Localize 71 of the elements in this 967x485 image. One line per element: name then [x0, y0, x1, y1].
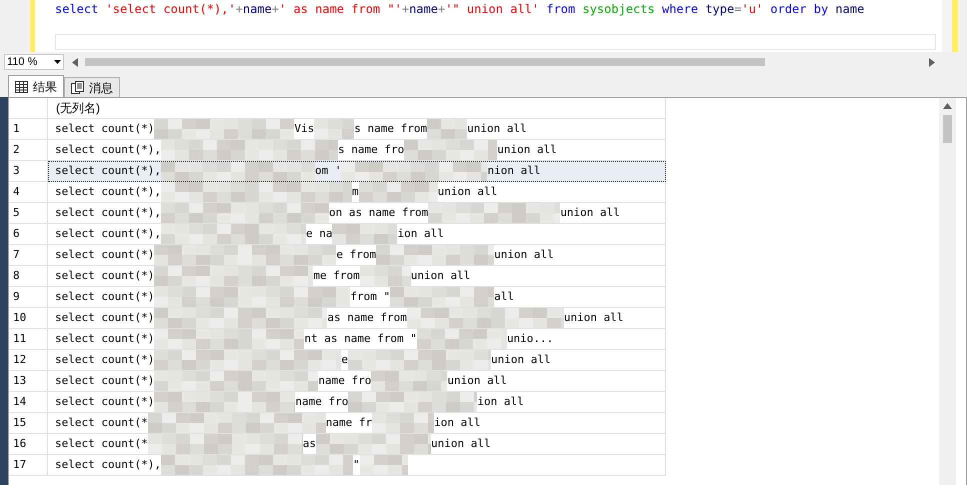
- cell-text: ion all: [434, 414, 480, 431]
- caret-icon: [54, 60, 61, 64]
- cell-text: select count(*),: [55, 226, 161, 242]
- cell-text: Vis: [294, 120, 314, 137]
- cell-text: s name from: [354, 120, 428, 137]
- document-icon: [71, 81, 84, 94]
- cell-text: select count(*): [55, 310, 154, 326]
- cell-text: select count(*): [55, 268, 154, 284]
- change-bar: [30, 0, 35, 52]
- cell-text: select count(*: [55, 414, 148, 431]
- cell-text: select count(*),: [55, 142, 161, 158]
- cell-text: union all: [410, 268, 470, 284]
- cell-text: select count(*): [55, 120, 154, 137]
- cell-text: as name from: [327, 310, 407, 326]
- cell-text: nt as name from ": [304, 330, 417, 347]
- cell-text: nion all: [487, 163, 540, 180]
- cell-text: on as name from: [328, 204, 428, 221]
- cell-text: s name fro: [338, 142, 404, 158]
- editor-scrollbar[interactable]: [942, 0, 952, 52]
- cell-text: select count(*): [55, 330, 154, 347]
- cell-text: ion all: [397, 226, 444, 242]
- cell-text: e from: [336, 246, 376, 263]
- cell-text: union all: [564, 310, 624, 326]
- cell-text: select count(*): [55, 246, 154, 263]
- cell-text: select count(*: [55, 436, 148, 452]
- scroll-up-icon[interactable]: [943, 103, 952, 109]
- column-header[interactable]: (无列名): [48, 98, 666, 118]
- cell-text: select count(*): [55, 352, 154, 368]
- cell-text: union all: [494, 246, 554, 263]
- tab[interactable]: 消息: [64, 77, 120, 97]
- cell-text: union all: [497, 142, 557, 158]
- vertical-scrollbar[interactable]: [939, 98, 956, 485]
- change-bar: [952, 0, 958, 52]
- cell-text: union all: [438, 184, 498, 200]
- horizontal-scrollbar[interactable]: [70, 55, 937, 69]
- editor-margin: [0, 0, 30, 52]
- cell-text: union all: [447, 372, 507, 389]
- code-line: select 'select count(*),'+name+' as name from "'+name+'" union all' from sysobjects where type='u' order by name: [55, 1, 866, 18]
- cell-text: e: [341, 352, 348, 368]
- cell-text: me from: [313, 268, 360, 284]
- cell-text: ion all: [477, 394, 524, 410]
- scrollbar-thumb[interactable]: [85, 58, 765, 66]
- cell-text: as: [302, 436, 316, 452]
- cell-text: ": [352, 456, 360, 473]
- cell-text: e na: [306, 226, 332, 242]
- cell-text: select count(*): [55, 372, 154, 389]
- cell-text: union all: [490, 352, 551, 368]
- cell-text: select count(*),: [55, 204, 161, 221]
- cell-text: select count(*),: [55, 163, 161, 180]
- cell-text: union all: [430, 436, 491, 452]
- cell-text: union all: [467, 120, 527, 137]
- cell-text: name fro: [318, 372, 372, 389]
- tab[interactable]: 结果: [8, 75, 64, 97]
- editor-edge: [958, 0, 967, 52]
- cell-text: om ': [314, 163, 342, 180]
- cell-text: all: [494, 288, 514, 305]
- cell-text: select count(*),: [55, 456, 161, 473]
- cell-text: select count(*): [55, 394, 154, 410]
- grid-icon: [15, 80, 28, 92]
- scroll-right-icon[interactable]: [929, 58, 935, 66]
- zoom-dropdown[interactable]: 110 %: [4, 54, 64, 70]
- cell-text: m: [352, 184, 359, 200]
- cell-text: unio...: [506, 330, 554, 347]
- scroll-left-icon[interactable]: [72, 58, 78, 66]
- cell-text: name fr: [326, 414, 372, 431]
- cell-text: select count(*),: [55, 184, 161, 200]
- cell-text: from ": [350, 288, 390, 305]
- cell-text: select count(*): [55, 288, 154, 305]
- cell-text: name fro: [295, 394, 348, 410]
- scrollbar-thumb[interactable]: [943, 115, 952, 143]
- cell-text: union all: [560, 204, 620, 221]
